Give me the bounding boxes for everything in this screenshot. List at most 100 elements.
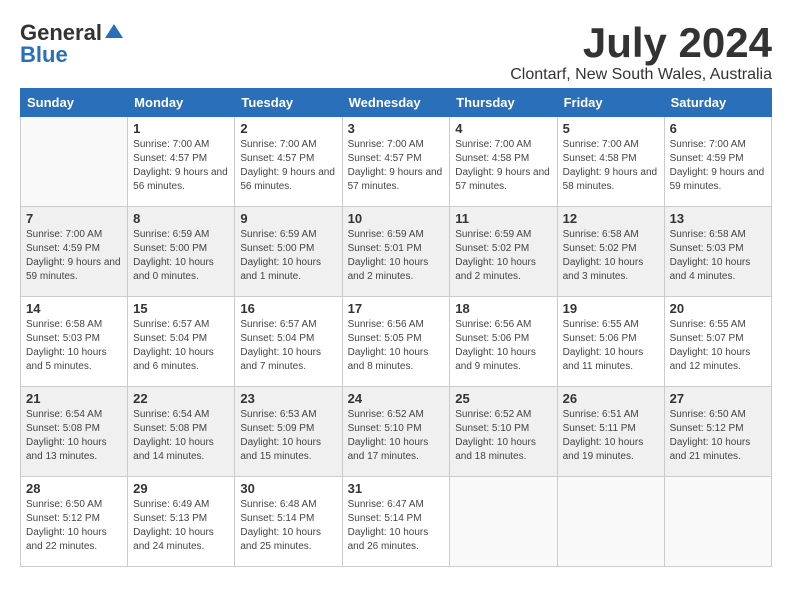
weekday-header-monday: Monday <box>128 89 235 117</box>
calendar-cell: 28Sunrise: 6:50 AMSunset: 5:12 PMDayligh… <box>21 477 128 567</box>
weekday-header-thursday: Thursday <box>450 89 557 117</box>
calendar-cell: 25 Sunrise: 6:52 AMSunset: 5:10 PMDayligh… <box>450 387 557 477</box>
calendar-cell: 15 Sunrise: 6:57 AMSunset: 5:04 PMDayligh… <box>128 297 235 387</box>
title-area: July 2024 Clontarf, New South Wales, Aus… <box>510 20 772 84</box>
day-number: 9 <box>240 211 336 226</box>
day-info: Sunrise: 6:55 AMSunset: 5:06 PMDaylight:… <box>563 318 659 374</box>
calendar-cell: 30 Sunrise: 6:48 AMSunset: 5:14 PMDayligh… <box>235 477 342 567</box>
calendar-cell: 6Sunrise: 7:00 AMSunset: 4:59 PMDaylight… <box>664 117 771 207</box>
calendar-cell: 22Sunrise: 6:54 AMSunset: 5:08 PMDayligh… <box>128 387 235 477</box>
day-info: Sunrise: 6:54 AMSunset: 5:08 PMDaylight:… <box>133 408 229 464</box>
calendar-cell: 8 Sunrise: 6:59 AMSunset: 5:00 PMDaylight… <box>128 207 235 297</box>
day-number: 29 <box>133 481 229 496</box>
weekday-header-row: SundayMondayTuesdayWednesdayThursdayFrid… <box>21 89 772 117</box>
calendar-cell: 4 Sunrise: 7:00 AMSunset: 4:58 PMDaylight… <box>450 117 557 207</box>
day-number: 30 <box>240 481 336 496</box>
day-number: 1 <box>133 121 229 136</box>
weekday-header-saturday: Saturday <box>664 89 771 117</box>
calendar-cell: 29 Sunrise: 6:49 AMSunset: 5:13 PMDayligh… <box>128 477 235 567</box>
day-number: 4 <box>455 121 551 136</box>
calendar-cell: 19 Sunrise: 6:55 AMSunset: 5:06 PMDayligh… <box>557 297 664 387</box>
day-info: Sunrise: 6:54 AMSunset: 5:08 PMDaylight:… <box>26 408 122 464</box>
calendar-cell: 31 Sunrise: 6:47 AMSunset: 5:14 PMDayligh… <box>342 477 450 567</box>
day-info: Sunrise: 6:48 AMSunset: 5:14 PMDaylight:… <box>240 498 336 554</box>
day-info: Sunrise: 7:00 AMSunset: 4:58 PMDaylight:… <box>455 138 551 194</box>
calendar-cell <box>557 477 664 567</box>
day-info: Sunrise: 6:56 AMSunset: 5:05 PMDaylight:… <box>348 318 445 374</box>
calendar-cell: 17 Sunrise: 6:56 AMSunset: 5:05 PMDayligh… <box>342 297 450 387</box>
day-info: Sunrise: 6:57 AMSunset: 5:04 PMDaylight:… <box>240 318 336 374</box>
day-number: 19 <box>563 301 659 316</box>
day-info: Sunrise: 7:00 AMSunset: 4:58 PMDaylight:… <box>563 138 659 194</box>
day-info: Sunrise: 6:59 AMSunset: 5:01 PMDaylight:… <box>348 228 445 284</box>
day-number: 12 <box>563 211 659 226</box>
day-number: 18 <box>455 301 551 316</box>
logo: General Blue <box>20 20 123 68</box>
day-number: 28 <box>26 481 122 496</box>
month-title: July 2024 <box>510 20 772 66</box>
day-info: Sunrise: 6:59 AMSunset: 5:00 PMDaylight:… <box>240 228 336 284</box>
calendar-cell: 16 Sunrise: 6:57 AMSunset: 5:04 PMDayligh… <box>235 297 342 387</box>
calendar-cell: 9 Sunrise: 6:59 AMSunset: 5:00 PMDaylight… <box>235 207 342 297</box>
calendar-cell: 20Sunrise: 6:55 AMSunset: 5:07 PMDayligh… <box>664 297 771 387</box>
day-number: 21 <box>26 391 122 406</box>
calendar-cell: 5 Sunrise: 7:00 AMSunset: 4:58 PMDaylight… <box>557 117 664 207</box>
day-info: Sunrise: 6:49 AMSunset: 5:13 PMDaylight:… <box>133 498 229 554</box>
day-info: Sunrise: 6:53 AMSunset: 5:09 PMDaylight:… <box>240 408 336 464</box>
calendar-cell: 1 Sunrise: 7:00 AMSunset: 4:57 PMDaylight… <box>128 117 235 207</box>
day-number: 5 <box>563 121 659 136</box>
day-number: 13 <box>670 211 766 226</box>
day-info: Sunrise: 6:47 AMSunset: 5:14 PMDaylight:… <box>348 498 445 554</box>
day-number: 17 <box>348 301 445 316</box>
logo-blue: Blue <box>20 42 68 68</box>
day-info: Sunrise: 6:52 AMSunset: 5:10 PMDaylight:… <box>348 408 445 464</box>
day-info: Sunrise: 7:00 AMSunset: 4:59 PMDaylight:… <box>26 228 122 284</box>
day-number: 20 <box>670 301 766 316</box>
week-row-3: 14 Sunrise: 6:58 AMSunset: 5:03 PMDayligh… <box>21 297 772 387</box>
calendar-cell: 18 Sunrise: 6:56 AMSunset: 5:06 PMDayligh… <box>450 297 557 387</box>
calendar-table: SundayMondayTuesdayWednesdayThursdayFrid… <box>20 88 772 567</box>
day-number: 2 <box>240 121 336 136</box>
weekday-header-sunday: Sunday <box>21 89 128 117</box>
day-number: 26 <box>563 391 659 406</box>
calendar-cell <box>450 477 557 567</box>
calendar-cell: 21 Sunrise: 6:54 AMSunset: 5:08 PMDayligh… <box>21 387 128 477</box>
week-row-4: 21 Sunrise: 6:54 AMSunset: 5:08 PMDayligh… <box>21 387 772 477</box>
week-row-1: 1 Sunrise: 7:00 AMSunset: 4:57 PMDaylight… <box>21 117 772 207</box>
calendar-cell: 10 Sunrise: 6:59 AMSunset: 5:01 PMDayligh… <box>342 207 450 297</box>
week-row-5: 28Sunrise: 6:50 AMSunset: 5:12 PMDayligh… <box>21 477 772 567</box>
calendar-cell: 2 Sunrise: 7:00 AMSunset: 4:57 PMDaylight… <box>235 117 342 207</box>
day-number: 14 <box>26 301 122 316</box>
calendar-cell: 11Sunrise: 6:59 AMSunset: 5:02 PMDayligh… <box>450 207 557 297</box>
day-info: Sunrise: 6:52 AMSunset: 5:10 PMDaylight:… <box>455 408 551 464</box>
day-info: Sunrise: 6:50 AMSunset: 5:12 PMDaylight:… <box>670 408 766 464</box>
day-number: 15 <box>133 301 229 316</box>
weekday-header-wednesday: Wednesday <box>342 89 450 117</box>
day-info: Sunrise: 7:00 AMSunset: 4:57 PMDaylight:… <box>133 138 229 194</box>
day-info: Sunrise: 7:00 AMSunset: 4:57 PMDaylight:… <box>240 138 336 194</box>
weekday-header-friday: Friday <box>557 89 664 117</box>
week-row-2: 7 Sunrise: 7:00 AMSunset: 4:59 PMDaylight… <box>21 207 772 297</box>
calendar-cell: 23Sunrise: 6:53 AMSunset: 5:09 PMDayligh… <box>235 387 342 477</box>
day-info: Sunrise: 6:56 AMSunset: 5:06 PMDaylight:… <box>455 318 551 374</box>
day-number: 3 <box>348 121 445 136</box>
day-info: Sunrise: 6:57 AMSunset: 5:04 PMDaylight:… <box>133 318 229 374</box>
day-number: 10 <box>348 211 445 226</box>
calendar-cell: 13Sunrise: 6:58 AMSunset: 5:03 PMDayligh… <box>664 207 771 297</box>
day-number: 11 <box>455 211 551 226</box>
day-info: Sunrise: 6:58 AMSunset: 5:03 PMDaylight:… <box>26 318 122 374</box>
calendar-cell: 12 Sunrise: 6:58 AMSunset: 5:02 PMDayligh… <box>557 207 664 297</box>
day-number: 16 <box>240 301 336 316</box>
logo-triangle-icon <box>105 24 123 38</box>
day-number: 31 <box>348 481 445 496</box>
header: General Blue July 2024 Clontarf, New Sou… <box>20 20 772 84</box>
day-info: Sunrise: 6:58 AMSunset: 5:02 PMDaylight:… <box>563 228 659 284</box>
day-number: 7 <box>26 211 122 226</box>
day-number: 25 <box>455 391 551 406</box>
calendar-cell: 26Sunrise: 6:51 AMSunset: 5:11 PMDayligh… <box>557 387 664 477</box>
day-info: Sunrise: 6:59 AMSunset: 5:00 PMDaylight:… <box>133 228 229 284</box>
calendar-cell: 3Sunrise: 7:00 AMSunset: 4:57 PMDaylight… <box>342 117 450 207</box>
day-info: Sunrise: 7:00 AMSunset: 4:59 PMDaylight:… <box>670 138 766 194</box>
day-number: 8 <box>133 211 229 226</box>
calendar-cell <box>664 477 771 567</box>
